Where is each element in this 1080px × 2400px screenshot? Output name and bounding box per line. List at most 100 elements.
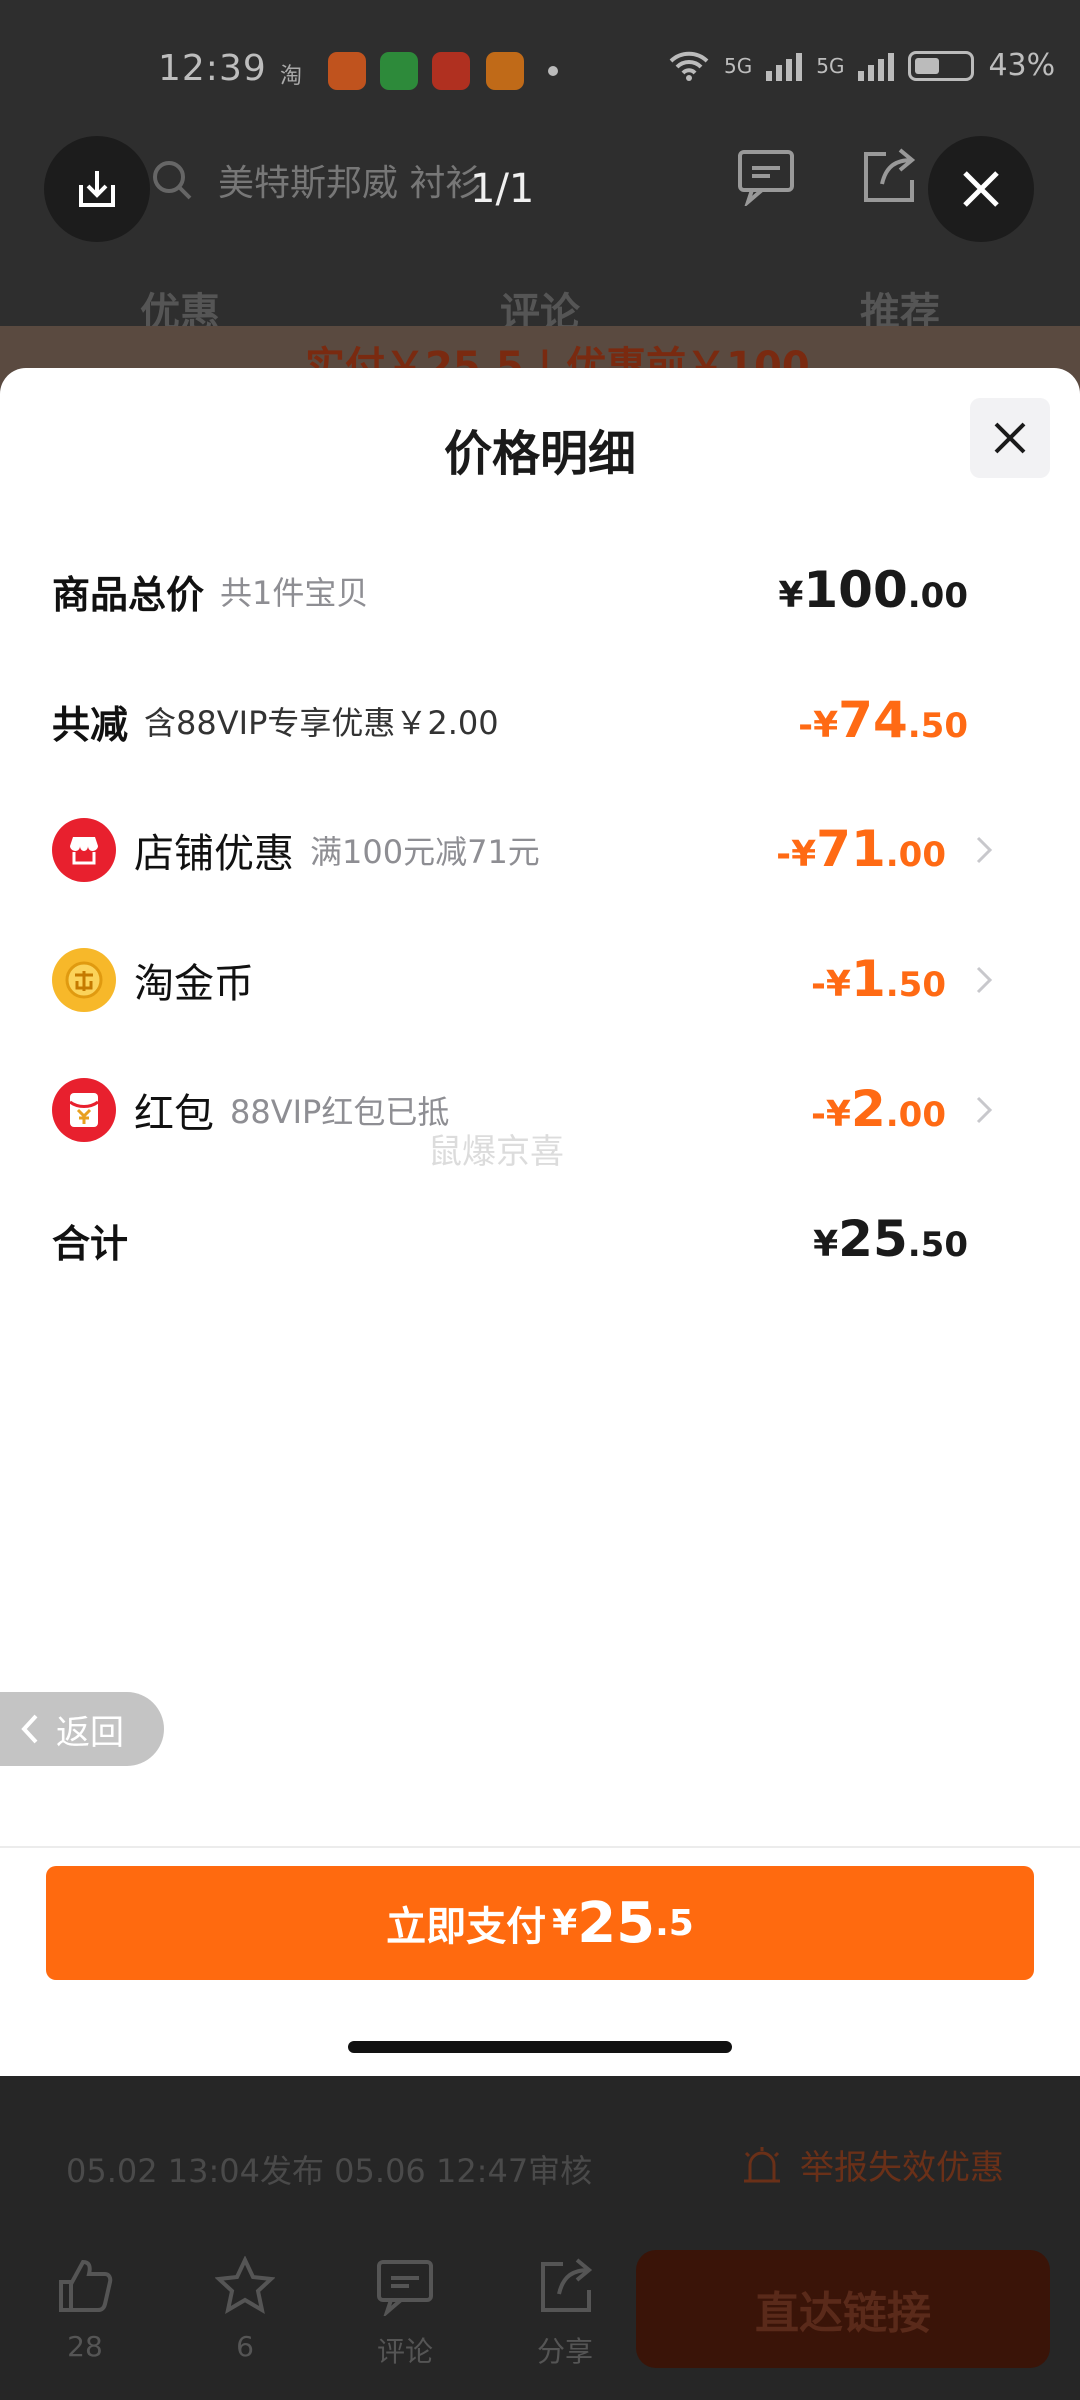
pay-label: 立即支付 — [386, 1904, 547, 1950]
viewer-close-button[interactable] — [928, 136, 1034, 242]
row-label: 共减 — [52, 702, 129, 747]
row-amount: ¥100.00 — [778, 551, 968, 631]
app-notification-icon — [432, 52, 470, 90]
download-button[interactable] — [44, 136, 150, 242]
amount-integer: 1 — [850, 950, 886, 1008]
status-time: 12:39 — [158, 48, 267, 89]
share-icon — [864, 148, 916, 202]
amount-currency: -¥ — [776, 834, 817, 875]
row-sub: 满100元减71元 — [310, 833, 540, 871]
background-search-text: 美特斯邦威 衬衫 — [218, 163, 482, 204]
chevron-left-icon — [21, 1714, 38, 1744]
row-label: 店铺优惠 — [134, 831, 294, 877]
coin-icon — [52, 948, 116, 1012]
comment-icon — [377, 2260, 433, 2316]
image-counter: 1/1 — [470, 166, 535, 212]
amount-decimal: .50 — [907, 1225, 968, 1265]
row-amount: -¥ 1.50 — [811, 940, 946, 1020]
amount-currency: ¥ — [778, 575, 804, 616]
sheet-title: 价格明细 — [443, 426, 636, 482]
battery-percent: 43% — [988, 48, 1056, 83]
download-icon — [79, 171, 115, 207]
thumbs-up-icon — [59, 2259, 113, 2312]
row-amount: ¥25.50 — [813, 1200, 968, 1280]
row-label: 红包 — [134, 1091, 214, 1137]
message-icon — [738, 150, 794, 206]
close-icon — [994, 422, 1026, 454]
chevron-right-icon — [976, 966, 993, 994]
app-notification-icon — [380, 52, 418, 90]
price-row-coins[interactable]: 淘金币 -¥ 1.50 — [52, 940, 1012, 1020]
comment-action: 评论 — [360, 2256, 450, 2370]
close-icon — [963, 171, 999, 207]
alarm-icon — [744, 2146, 780, 2182]
home-indicator[interactable] — [348, 2041, 732, 2053]
row-label: 商品总价 — [52, 572, 205, 617]
star-icon — [215, 2256, 275, 2315]
search-icon — [153, 161, 192, 200]
status-right: 5G 5G 43% — [668, 48, 1055, 83]
pay-decimal: .5 — [655, 1902, 694, 1944]
amount-decimal: .00 — [885, 1095, 946, 1135]
status-bar: 12:39 淘 5G 5G 43% — [0, 30, 1080, 114]
amount-decimal: .50 — [885, 965, 946, 1005]
background-footer: 05.02 13:04发布 05.06 12:47审核 举报失效优惠 28 6 … — [0, 2076, 1080, 2400]
chevron-right-icon — [976, 836, 993, 864]
amount-decimal: .00 — [907, 576, 968, 616]
amount-decimal: .50 — [907, 706, 968, 746]
row-sub: 共1件宝贝 — [220, 574, 369, 612]
like-action: 28 — [40, 2256, 130, 2370]
store-icon — [52, 818, 116, 882]
signal-icon — [766, 52, 803, 81]
watermark: 鼠爆京喜 — [428, 1132, 564, 1172]
row-label: 合计 — [52, 1221, 129, 1266]
pay-now-button[interactable]: 立即支付 ¥ 25 .5 — [46, 1866, 1034, 1980]
like-count: 28 — [67, 2330, 103, 2363]
amount-currency: -¥ — [810, 964, 851, 1005]
amount-integer: 2 — [850, 1080, 886, 1138]
post-time: 05.02 13:04发布 05.06 12:47审核 — [66, 2152, 593, 2190]
chevron-right-icon — [976, 1096, 993, 1124]
amount-currency: -¥ — [798, 705, 839, 746]
price-row-sum: 合计 ¥25.50 — [52, 1200, 1012, 1280]
amount-integer: 100 — [803, 561, 908, 619]
app-notification-icon — [486, 52, 524, 90]
favorite-action: 6 — [200, 2256, 290, 2370]
report-invalid-link: 举报失效优惠 — [740, 2140, 1004, 2189]
share-icon — [541, 2258, 593, 2312]
amount-decimal: .00 — [885, 835, 946, 875]
price-row-total: 商品总价 共1件宝贝 ¥100.00 — [52, 551, 1012, 631]
signal-icon — [858, 52, 895, 81]
red-packet-icon — [52, 1078, 116, 1142]
price-row-store-discount[interactable]: 店铺优惠 满100元减71元 -¥ 71.00 — [52, 810, 1012, 890]
network-label: 5G — [724, 53, 753, 78]
row-amount: -¥ 74.50 — [798, 681, 968, 761]
back-label: 返回 — [56, 1712, 124, 1753]
back-button[interactable]: 返回 — [0, 1692, 164, 1766]
amount-currency: ¥ — [813, 1224, 839, 1265]
sheet-close-button[interactable] — [970, 398, 1050, 478]
taobao-notification-icon: 淘 — [280, 64, 303, 89]
wifi-icon — [669, 51, 709, 81]
app-notification-icon — [328, 52, 366, 90]
row-label: 淘金币 — [134, 961, 254, 1007]
price-row-reduction: 共减 含88VIP专享优惠￥2.00 -¥ 74.50 — [52, 681, 1012, 761]
network-label: 5G — [816, 53, 845, 78]
pay-currency: ¥ — [552, 1902, 578, 1944]
background-search: 美特斯邦威 衬衫 — [150, 140, 670, 220]
share-label: 分享 — [536, 2335, 593, 2368]
amount-integer: 71 — [816, 820, 886, 878]
comment-label: 评论 — [376, 2335, 433, 2368]
report-label: 举报失效优惠 — [800, 2148, 1004, 2188]
pay-integer: 25 — [577, 1890, 656, 1956]
divider — [0, 1846, 1080, 1848]
favorite-count: 6 — [236, 2330, 254, 2363]
price-detail-sheet: 价格明细 商品总价 共1件宝贝 ¥100.00 共减 含88VIP专享优惠￥2.… — [0, 368, 1080, 2076]
amount-currency: -¥ — [810, 1094, 851, 1135]
direct-link-button: 直达链接 — [636, 2250, 1050, 2368]
background-actions: 28 6 评论 分享 — [40, 2256, 610, 2370]
more-notifications-dot — [548, 66, 558, 76]
row-amount: -¥ 71.00 — [776, 810, 946, 890]
amount-integer: 74 — [838, 691, 908, 749]
battery-icon — [908, 50, 975, 81]
